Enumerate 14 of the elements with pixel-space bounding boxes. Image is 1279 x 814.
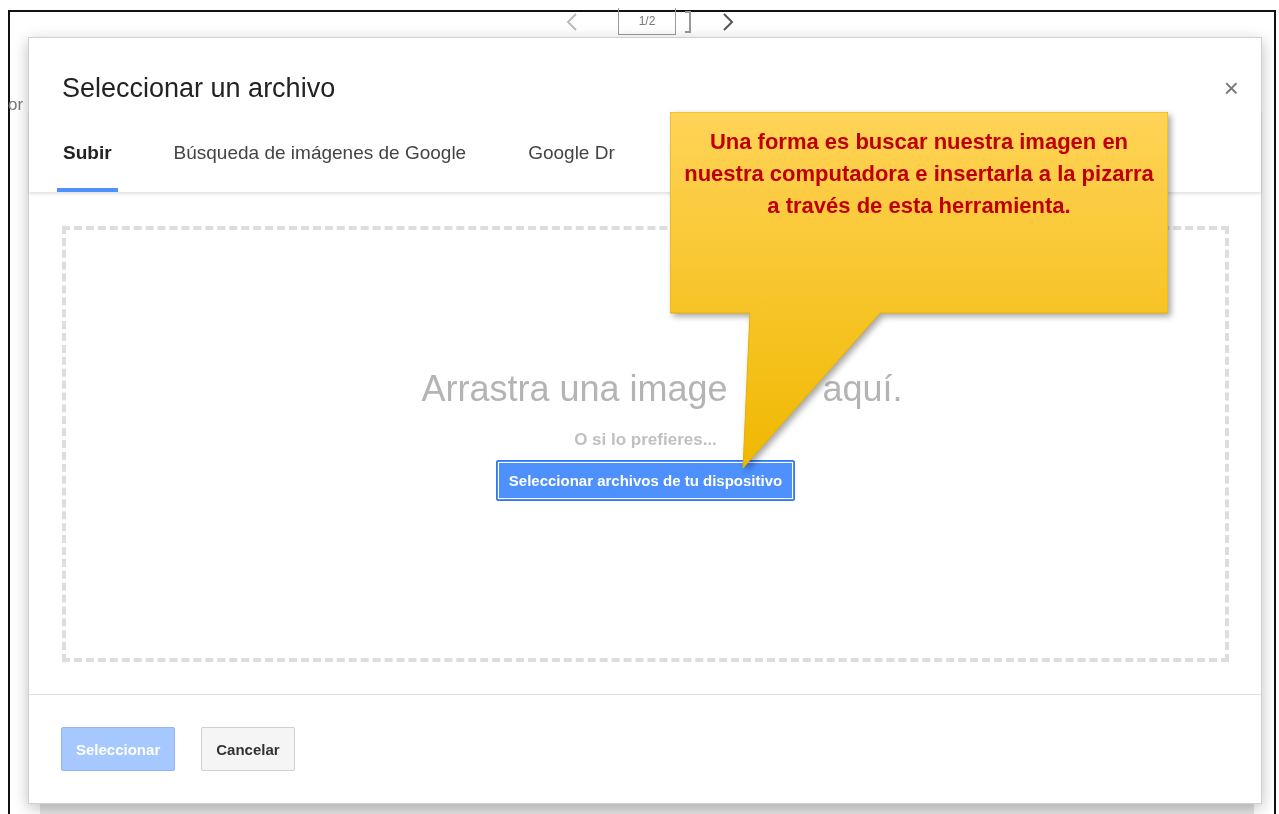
tab[interactable]: Búsqueda de imágenes de Google	[167, 142, 473, 192]
page-indicator: 1/2	[618, 8, 676, 35]
tab[interactable]: Google Dr	[522, 142, 621, 192]
tab[interactable]: Subir	[57, 142, 118, 192]
chevron-right-icon[interactable]	[722, 11, 734, 32]
drop-hint: O si lo prefieres...	[574, 429, 717, 450]
chevron-left-icon[interactable]	[566, 11, 578, 32]
callout-text: Una forma es buscar nuestra imagen en nuestra computadora e insertarla a la pizarra a través de esta herramienta.	[684, 128, 1154, 220]
drop-heading: Arrastra una image	[421, 367, 728, 410]
cancel-button[interactable]: Cancelar	[201, 727, 295, 771]
drop-heading: aquí.	[822, 367, 903, 410]
dialog-title: Seleccionar un archivo	[62, 72, 336, 104]
close-button[interactable]: ×	[1223, 72, 1239, 104]
bracket-icon	[684, 10, 692, 33]
